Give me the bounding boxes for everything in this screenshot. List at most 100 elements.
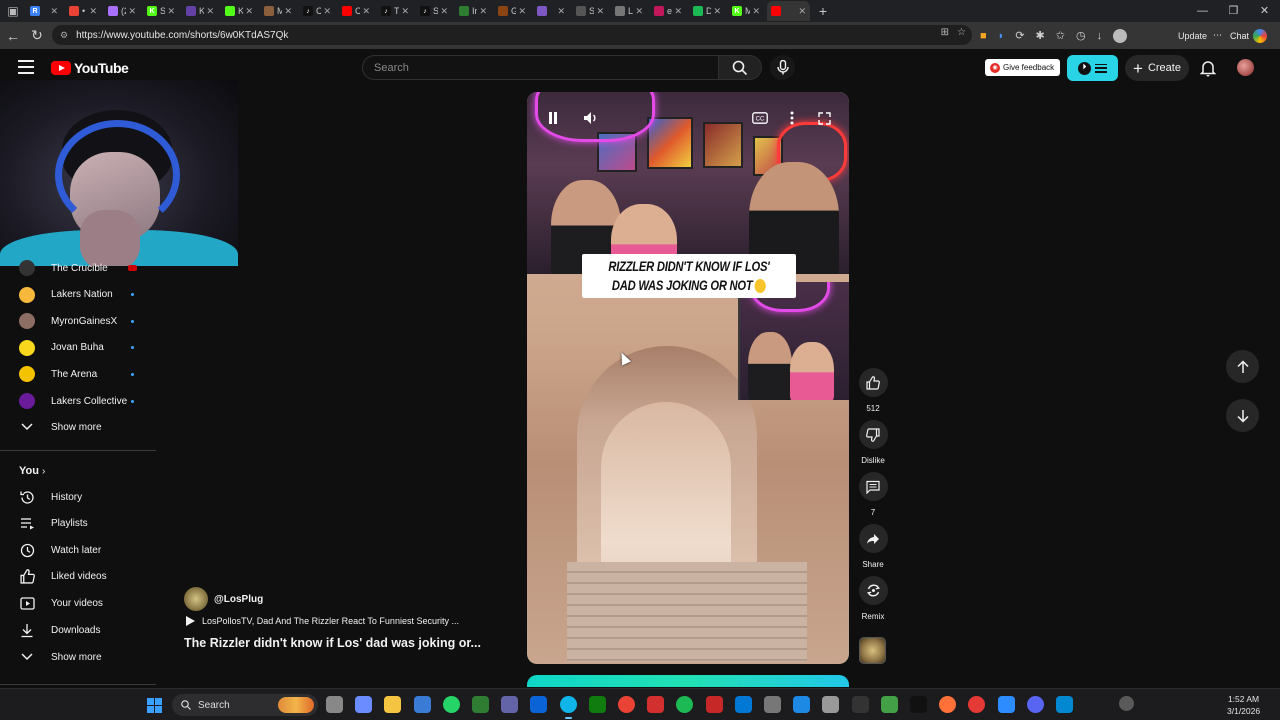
close-tab-icon[interactable]: ✕ (518, 6, 526, 17)
tray-icon[interactable] (1119, 696, 1134, 711)
subscriptions-show-more[interactable]: Show more (0, 414, 156, 440)
teams-icon[interactable] (501, 696, 519, 713)
app-red-box-icon[interactable] (705, 696, 723, 713)
channel-name[interactable]: @LosPlug (214, 594, 263, 605)
new-tab-button[interactable]: + (813, 3, 833, 19)
browser-tab[interactable]: Insta✕ (455, 1, 491, 21)
browser-tab[interactable]: emin✕ (650, 1, 686, 21)
firefox-icon[interactable] (939, 696, 957, 713)
create-button[interactable]: + Create (1125, 55, 1189, 81)
close-tab-icon[interactable]: ✕ (713, 6, 721, 17)
browser-tab[interactable]: KMyrc✕ (728, 1, 764, 21)
history-toolbar-icon[interactable]: ◷ (1076, 29, 1086, 42)
sidebar-item-watch-later[interactable]: Watch later (0, 537, 156, 563)
browser-tab[interactable]: R ✕ (26, 1, 62, 21)
browser-tab[interactable]: ♪Crea✕ (299, 1, 335, 21)
close-tab-icon[interactable]: ✕ (674, 6, 682, 17)
close-tab-icon[interactable]: ✕ (89, 6, 97, 17)
restore-icon[interactable]: ❐ (1218, 0, 1249, 22)
vpn-icon[interactable] (764, 696, 781, 713)
address-bar[interactable]: ⚙ https://www.youtube.com/shorts/6w0KTdA… (52, 25, 972, 45)
close-tab-icon[interactable]: ✕ (50, 6, 58, 17)
close-tab-icon[interactable]: ✕ (284, 6, 292, 17)
browser-tab[interactable]: ✕ (533, 1, 569, 21)
voice-search-button[interactable] (770, 55, 795, 80)
microsoft-store-icon[interactable] (413, 696, 431, 713)
subscription-item[interactable]: Lakers Collective (0, 388, 156, 414)
browser-tab[interactable]: Kick✕ (182, 1, 218, 21)
spotify-icon[interactable] (676, 696, 694, 713)
remix-button[interactable] (858, 576, 888, 605)
app-green-icon[interactable] (472, 696, 489, 713)
app-blue-icon[interactable] (793, 696, 811, 713)
chat-button[interactable]: Chat (1230, 26, 1268, 45)
favorites-icon[interactable]: ✩ (1056, 29, 1065, 42)
bookmark-star-icon[interactable]: ☆ (957, 27, 966, 38)
volume-icon[interactable] (583, 110, 599, 126)
browser-tab[interactable]: Desi✕ (689, 1, 725, 21)
guide-menu-icon[interactable] (18, 60, 34, 74)
browser-tab[interactable]: Stab✕ (572, 1, 608, 21)
extension-orange-icon[interactable]: ■ (980, 30, 987, 42)
browser-tab[interactable]: ✕ (767, 1, 810, 21)
subscription-item[interactable]: Jovan Buha (0, 335, 156, 361)
update-button[interactable]: Update ⋯ (1172, 26, 1228, 45)
close-tab-icon[interactable]: ✕ (362, 6, 370, 17)
app-green2-icon[interactable] (880, 696, 898, 713)
sound-thumbnail[interactable] (859, 637, 886, 664)
extension-blue-icon[interactable]: ◗ (998, 30, 1005, 42)
close-tab-icon[interactable]: ✕ (206, 6, 214, 17)
xbox-icon[interactable] (588, 696, 606, 713)
tiktok-icon[interactable] (910, 696, 927, 713)
site-info-icon[interactable]: ⚙ (60, 30, 68, 41)
reload-icon[interactable]: ↻ (25, 27, 49, 44)
pause-icon[interactable] (545, 110, 561, 126)
sidebar-item-your-videos[interactable]: Your videos (0, 590, 156, 616)
minimize-icon[interactable]: — (1187, 0, 1218, 22)
give-feedback-button[interactable]: ◉ Give feedback (985, 59, 1060, 76)
you-show-more[interactable]: Show more (0, 644, 156, 670)
browser-tab[interactable]: Mag✕ (260, 1, 296, 21)
channel-avatar[interactable] (184, 587, 208, 611)
fullscreen-icon[interactable] (816, 110, 832, 126)
close-tab-icon[interactable]: ✕ (401, 6, 409, 17)
search-input[interactable] (374, 61, 718, 74)
close-tab-icon[interactable]: ✕ (323, 6, 331, 17)
browser-tab[interactable]: ♪Sma✕ (416, 1, 452, 21)
comments-button[interactable] (858, 472, 888, 501)
taskbar-search[interactable]: Search (172, 694, 318, 716)
source-video-link[interactable]: LosPollosTV, Dad And The Rizzler React T… (186, 616, 459, 626)
browser-tab[interactable]: (2) T✕ (104, 1, 140, 21)
subscription-item[interactable]: The Arena (0, 361, 156, 387)
search-button[interactable] (719, 55, 762, 80)
more-menu-icon[interactable]: ⋯ (1213, 30, 1222, 41)
profile-avatar[interactable] (1113, 28, 1128, 43)
sidebar-item-history[interactable]: History (0, 484, 156, 510)
sidebar-item-liked-videos[interactable]: Liked videos (0, 564, 156, 590)
browser-tab[interactable]: ♪TikTo✕ (377, 1, 413, 21)
notifications-bell-icon[interactable] (1199, 59, 1217, 77)
download-toolbar-icon[interactable]: ↓ (1097, 30, 1103, 42)
browser-tab[interactable]: KStrea✕ (143, 1, 179, 21)
task-view-icon[interactable] (326, 696, 343, 713)
shorts-video-player[interactable]: CC (527, 92, 849, 664)
windows-start-icon[interactable] (147, 698, 162, 713)
browser-tab[interactable]: Kick✕ (221, 1, 257, 21)
extension-menu-button[interactable]: ⏵ (1067, 55, 1118, 81)
extension-puzzle-icon[interactable]: ✱ (1036, 29, 1045, 42)
browser-tab[interactable]: Gan✕ (494, 1, 530, 21)
sidebar-item-downloads[interactable]: Downloads (0, 617, 156, 643)
system-clock[interactable]: 1:52 AM 3/1/2026 (1227, 693, 1260, 717)
you-section-heading[interactable]: You › (0, 458, 156, 484)
sidebar-item-playlists[interactable]: Playlists (0, 511, 156, 537)
close-tab-icon[interactable]: ✕ (128, 6, 136, 17)
account-avatar[interactable] (1237, 59, 1254, 76)
copilot-icon[interactable] (355, 696, 373, 713)
notes-icon[interactable] (1056, 696, 1073, 713)
close-tab-icon[interactable]: ✕ (479, 6, 487, 17)
browser-tab[interactable]: • ✕ (65, 1, 101, 21)
subscription-item[interactable]: Lakers Nation (0, 282, 156, 308)
next-short-preview[interactable] (527, 675, 849, 687)
youtube-logo[interactable]: YouTube (51, 60, 129, 76)
like-button[interactable] (858, 368, 888, 397)
